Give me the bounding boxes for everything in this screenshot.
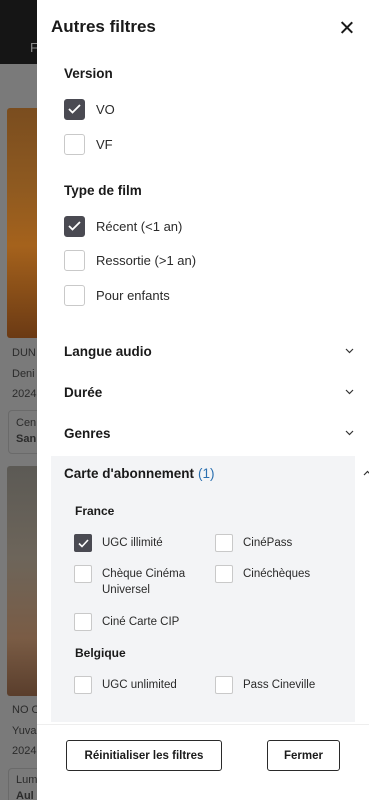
accordion-audio-language[interactable]: Langue audio bbox=[37, 334, 369, 370]
chevron-down-icon bbox=[345, 430, 354, 438]
cinema-name: Aul bbox=[16, 790, 34, 800]
filters-drawer: Autres filtres Version VO VF Type de fil… bbox=[37, 0, 369, 800]
checkbox-label: Pass Cineville bbox=[243, 679, 316, 691]
chevron-up-icon bbox=[363, 470, 369, 478]
checkbox-label: Chèque Cinéma Universel bbox=[102, 568, 186, 596]
checkbox-label: Récent (<1 an) bbox=[96, 218, 183, 234]
cine-carte-cip-checkbox[interactable]: Ciné Carte CIP bbox=[74, 613, 179, 631]
checkbox-empty-icon bbox=[74, 565, 92, 583]
chevron-down-icon bbox=[345, 348, 354, 356]
chevron-down-icon bbox=[345, 389, 354, 397]
checkbox-checked-icon bbox=[64, 215, 85, 237]
checkbox-empty-icon bbox=[215, 676, 233, 694]
version-vf-checkbox[interactable]: VF bbox=[64, 133, 113, 155]
accordion-genres[interactable]: Genres bbox=[37, 416, 369, 452]
checkbox-empty-icon bbox=[215, 534, 233, 552]
checkbox-empty-icon bbox=[74, 676, 92, 694]
checkbox-empty-icon bbox=[74, 613, 92, 631]
checkbox-label: Cinéchèques bbox=[243, 568, 311, 580]
cinema-label: Lum bbox=[16, 774, 38, 786]
film-type-recent-checkbox[interactable]: Récent (<1 an) bbox=[64, 215, 182, 237]
accordion-title-text: Carte d'abonnement bbox=[64, 466, 194, 481]
accordion-duration[interactable]: Durée bbox=[37, 375, 369, 411]
drawer-footer: Réinitialiser les filtres Fermer bbox=[37, 724, 369, 800]
film-type-title: Type de film bbox=[64, 183, 142, 198]
group-title-france: France bbox=[75, 504, 115, 518]
checkbox-empty-icon bbox=[64, 133, 85, 155]
accordion-title: Genres bbox=[64, 426, 111, 441]
checkbox-label: Ressortie (>1 an) bbox=[96, 252, 197, 268]
checkbox-label: Ciné Carte CIP bbox=[102, 616, 180, 628]
pass-cineville-checkbox[interactable]: Pass Cineville bbox=[215, 676, 315, 694]
checkbox-label: UGC illimité bbox=[102, 537, 163, 549]
version-vo-checkbox[interactable]: VO bbox=[64, 98, 115, 120]
checkbox-checked-icon bbox=[74, 534, 92, 552]
accordion-title: Durée bbox=[64, 385, 103, 400]
cinema-name: San bbox=[16, 433, 37, 445]
checkbox-label: VO bbox=[96, 101, 115, 117]
checkbox-empty-icon bbox=[64, 249, 85, 271]
cinecheques-checkbox[interactable]: Cinéchèques bbox=[215, 565, 310, 583]
accordion-title: Langue audio bbox=[64, 344, 152, 359]
reset-filters-button[interactable]: Réinitialiser les filtres bbox=[66, 740, 222, 771]
ugc-illimite-checkbox[interactable]: UGC illimité bbox=[74, 534, 163, 552]
checkbox-label: UGC unlimited bbox=[102, 679, 177, 691]
checkbox-checked-icon bbox=[64, 98, 85, 120]
ugc-unlimited-checkbox[interactable]: UGC unlimited bbox=[74, 676, 177, 694]
checkbox-empty-icon bbox=[64, 284, 85, 306]
drawer-header: Autres filtres bbox=[37, 0, 369, 56]
close-button[interactable]: Fermer bbox=[267, 740, 340, 771]
film-type-rerelease-checkbox[interactable]: Ressortie (>1 an) bbox=[64, 249, 196, 271]
accordion-title: Carte d'abonnement (1) bbox=[64, 466, 214, 481]
subscription-panel: Carte d'abonnement (1) France UGC illimit… bbox=[51, 456, 369, 722]
cheque-cinema-checkbox[interactable]: Chèque Cinéma Universel bbox=[74, 565, 202, 598]
film-type-kids-checkbox[interactable]: Pour enfants bbox=[64, 284, 170, 306]
cinema-label: Cen bbox=[16, 417, 37, 429]
checkbox-label: CinéPass bbox=[243, 537, 293, 549]
checkbox-empty-icon bbox=[215, 565, 233, 583]
checkbox-label: Pour enfants bbox=[96, 287, 170, 303]
accordion-subscription[interactable]: Carte d'abonnement (1) bbox=[37, 456, 369, 492]
drawer-title: Autres filtres bbox=[51, 17, 156, 36]
close-icon[interactable] bbox=[337, 18, 357, 38]
checkbox-label: VF bbox=[96, 136, 113, 152]
selected-count: (1) bbox=[197, 466, 215, 481]
group-title-belgium: Belgique bbox=[75, 646, 126, 660]
version-title: Version bbox=[64, 66, 113, 81]
cinepass-checkbox[interactable]: CinéPass bbox=[215, 534, 292, 552]
